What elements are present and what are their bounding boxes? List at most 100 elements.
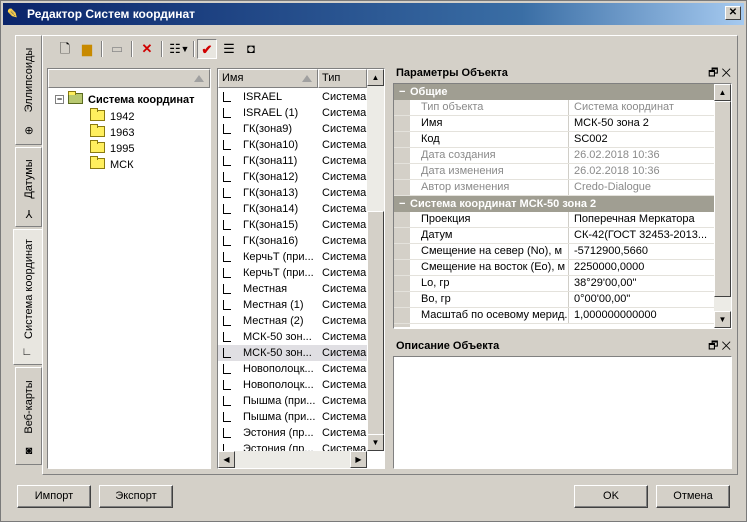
tab-ellipsoids[interactable]: Эллипсоиды ⊕: [15, 35, 42, 145]
property-row[interactable]: Проекция Поперечная Меркатора: [394, 212, 714, 228]
collapse-icon[interactable]: −: [399, 196, 405, 212]
column-header-name[interactable]: Имя: [218, 69, 318, 88]
scroll-up-icon[interactable]: ▲: [714, 84, 731, 101]
scroll-thumb[interactable]: [714, 101, 731, 297]
scroll-down-icon[interactable]: ▼: [367, 434, 384, 451]
list-item[interactable]: ISRAEL Система: [218, 89, 367, 105]
import-icon[interactable]: ▭: [107, 39, 127, 59]
list-item[interactable]: ГК(зона9) Система: [218, 121, 367, 137]
description-text-area[interactable]: [393, 356, 732, 469]
list-item[interactable]: Местная Система: [218, 281, 367, 297]
list-item[interactable]: ГК(зона14) Система: [218, 201, 367, 217]
list-item-type: Система: [322, 411, 367, 423]
ok-button[interactable]: OK: [574, 485, 648, 508]
property-row[interactable]: Автор изменения Credo-Dialogue: [394, 180, 714, 196]
list-item[interactable]: ГК(зона12) Система: [218, 169, 367, 185]
list-item[interactable]: Пышма (при... Система: [218, 393, 367, 409]
import-button[interactable]: Импорт: [17, 485, 91, 508]
list-item-type: Система: [322, 155, 367, 167]
new-document-icon[interactable]: 🗋: [55, 39, 75, 59]
list-item[interactable]: Эстония (пр... Система: [218, 425, 367, 441]
tab-datums[interactable]: Датумы ⅄: [15, 147, 42, 227]
close-window-button[interactable]: ✕: [725, 6, 741, 20]
property-value[interactable]: 1,000000000000: [574, 308, 712, 323]
property-value[interactable]: -5712900,5660: [574, 244, 712, 259]
list-item-name: Местная (2): [243, 315, 304, 327]
property-value[interactable]: 38°29'00,00": [574, 276, 712, 291]
property-row[interactable]: Датум СК-42(ГОСТ 32453-2013...: [394, 228, 714, 244]
cancel-button[interactable]: Отмена: [656, 485, 730, 508]
list-item[interactable]: ГК(зона10) Система: [218, 137, 367, 153]
property-name: Дата изменения: [421, 164, 569, 179]
export-button[interactable]: Экспорт: [99, 485, 173, 508]
params-vertical-scrollbar[interactable]: ▲ ▼: [714, 84, 731, 328]
tab-coordinate-systems[interactable]: Система координат ∟: [13, 229, 43, 365]
list-horizontal-scrollbar[interactable]: ◀ ▶: [218, 451, 367, 468]
property-row[interactable]: Тип объекта Система координат: [394, 100, 714, 116]
pin-icon[interactable]: 🗗: [708, 67, 718, 79]
coordinate-system-icon: [223, 428, 231, 438]
property-row[interactable]: Дата изменения 26.02.2018 10:36: [394, 164, 714, 180]
add-folder-icon[interactable]: ▆: [77, 39, 97, 59]
tab-web-maps[interactable]: Веб-карты ◙: [15, 367, 42, 465]
list-item[interactable]: ГК(зона11) Система: [218, 153, 367, 169]
close-panel-icon[interactable]: ✕: [721, 67, 731, 79]
property-category[interactable]: − Система координат МСК-50 зона 2: [394, 196, 714, 212]
property-row[interactable]: Код SC002: [394, 132, 714, 148]
list-item[interactable]: ГК(зона16) Система: [218, 233, 367, 249]
property-row[interactable]: Bo, гр 0°00'00,00": [394, 292, 714, 308]
property-row[interactable]: Смещение на север (No), м -5712900,5660: [394, 244, 714, 260]
list-item[interactable]: Пышма (при... Система: [218, 409, 367, 425]
dropdown-arrow-icon[interactable]: ▼: [179, 39, 191, 59]
tree-node[interactable]: 1963: [90, 124, 134, 141]
list-item-name: КерчьТ (при...: [243, 267, 314, 279]
tree-header: [48, 69, 210, 88]
tree-node[interactable]: МСК: [90, 156, 134, 173]
collapse-icon[interactable]: −: [55, 95, 64, 104]
binoculars-icon[interactable]: ◘: [241, 39, 261, 59]
list-item[interactable]: МСК-50 зон... Система: [218, 345, 367, 361]
tree-node[interactable]: 1995: [90, 140, 134, 157]
list-item[interactable]: ГК(зона15) Система: [218, 217, 367, 233]
close-panel-icon[interactable]: ✕: [721, 340, 731, 352]
list-item[interactable]: Новополоцк... Система: [218, 377, 367, 393]
property-value[interactable]: SC002: [574, 132, 712, 147]
properties-icon[interactable]: ☰: [219, 39, 239, 59]
checkmark-icon[interactable]: ✔: [197, 39, 217, 59]
tree-node-root[interactable]: − Система координат: [55, 91, 195, 108]
list-item[interactable]: КерчьТ (при... Система: [218, 265, 367, 281]
property-row[interactable]: Масштаб по осевому мерид... 1,00000000000…: [394, 308, 714, 324]
property-value[interactable]: Поперечная Меркатора: [574, 212, 712, 227]
scroll-down-icon[interactable]: ▼: [714, 311, 731, 328]
list-item[interactable]: КерчьТ (при... Система: [218, 249, 367, 265]
scroll-up-icon[interactable]: ▲: [367, 69, 384, 86]
property-row[interactable]: Lo, гр 38°29'00,00": [394, 276, 714, 292]
list-item[interactable]: Местная (2) Система: [218, 313, 367, 329]
scroll-thumb[interactable]: [367, 211, 384, 435]
property-value[interactable]: 0°00'00,00": [574, 292, 712, 307]
list-item[interactable]: ГК(зона13) Система: [218, 185, 367, 201]
delete-icon[interactable]: ✕: [137, 39, 157, 59]
scroll-left-icon[interactable]: ◀: [218, 451, 235, 468]
property-value[interactable]: СК-42(ГОСТ 32453-2013...: [574, 228, 712, 243]
list-item[interactable]: Эстония (пр... Система: [218, 441, 367, 451]
property-category[interactable]: − Общие: [394, 84, 714, 100]
property-row[interactable]: Имя МСК-50 зона 2: [394, 116, 714, 132]
scroll-right-icon[interactable]: ▶: [350, 451, 367, 468]
list-item[interactable]: Новополоцк... Система: [218, 361, 367, 377]
list-vertical-scrollbar[interactable]: ▲ ▼: [367, 69, 384, 451]
property-row[interactable]: Дата создания 26.02.2018 10:36: [394, 148, 714, 164]
property-row[interactable]: Смещение на восток (Eo), м 2250000,0000: [394, 260, 714, 276]
list-item[interactable]: Местная (1) Система: [218, 297, 367, 313]
collapse-icon[interactable]: −: [399, 84, 405, 100]
column-header-type[interactable]: Тип: [318, 69, 367, 88]
pin-icon[interactable]: 🗗: [708, 340, 718, 352]
description-panel-header: Описание Объекта 🗗 ✕: [393, 337, 733, 355]
tree-node[interactable]: 1942: [90, 108, 134, 125]
list-item[interactable]: МСК-50 зон... Система: [218, 329, 367, 345]
list-item-name: ISRAEL: [243, 91, 283, 103]
property-value[interactable]: МСК-50 зона 2: [574, 116, 712, 131]
coordinate-system-icon: [223, 236, 231, 246]
property-value[interactable]: 2250000,0000: [574, 260, 712, 275]
list-item[interactable]: ISRAEL (1) Система: [218, 105, 367, 121]
